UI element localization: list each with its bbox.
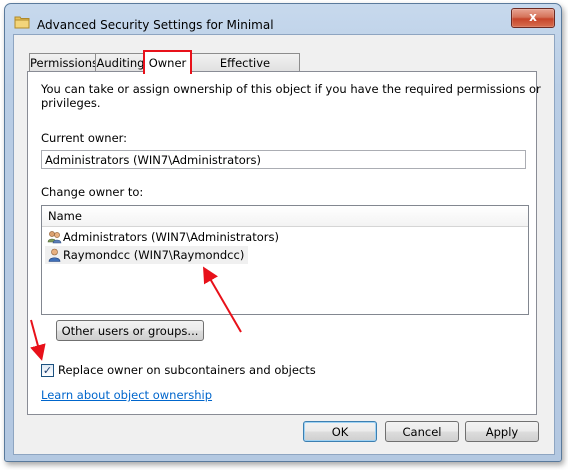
list-item-selected[interactable]: Raymondcc (WIN7\Raymondcc): [45, 246, 249, 264]
button-label: Apply: [485, 425, 519, 439]
replace-owner-checkbox[interactable]: ✓: [41, 364, 54, 377]
intro-text: You can take or assign ownership of this…: [41, 82, 541, 110]
list-column-header[interactable]: Name: [42, 206, 528, 227]
tab-label: Owner: [148, 56, 187, 70]
folder-icon: [14, 16, 30, 29]
window-title: Advanced Security Settings for Minimal: [37, 18, 274, 32]
change-owner-label: Change owner to:: [41, 185, 144, 199]
apply-button[interactable]: Apply: [465, 421, 539, 442]
user-icon: [48, 248, 61, 262]
name-column-header: Name: [48, 209, 82, 223]
button-label: Other users or groups...: [61, 324, 199, 338]
ok-button[interactable]: OK: [303, 421, 377, 442]
cancel-button[interactable]: Cancel: [385, 421, 459, 442]
tab-permissions[interactable]: Permissions: [29, 53, 99, 72]
user-group-icon: [47, 231, 62, 244]
button-label: Cancel: [402, 425, 442, 439]
other-users-button[interactable]: Other users or groups...: [56, 320, 204, 341]
list-item[interactable]: Administrators (WIN7\Administrators): [45, 228, 283, 246]
list-item-label: Administrators (WIN7\Administrators): [63, 230, 279, 244]
replace-owner-label[interactable]: Replace owner on subcontainers and objec…: [58, 363, 316, 377]
button-label: OK: [331, 425, 349, 439]
tab-owner[interactable]: Owner: [143, 50, 192, 74]
learn-ownership-link[interactable]: Learn about object ownership: [41, 388, 212, 402]
tab-auditing[interactable]: Auditing: [95, 53, 146, 72]
tab-label: Permissions: [30, 56, 99, 70]
current-owner-field[interactable]: Administrators (WIN7\Administrators): [41, 150, 526, 169]
owner-list[interactable]: Name Administrators (WIN7\Administrators…: [41, 205, 529, 315]
current-owner-label: Current owner:: [41, 131, 128, 145]
close-button[interactable]: x: [511, 8, 555, 28]
tab-label: Auditing: [96, 56, 145, 70]
list-item-label: Raymondcc (WIN7\Raymondcc): [63, 248, 245, 262]
tab-effective-permissions[interactable]: Effective Permissions: [190, 53, 300, 88]
close-icon: x: [529, 10, 537, 24]
